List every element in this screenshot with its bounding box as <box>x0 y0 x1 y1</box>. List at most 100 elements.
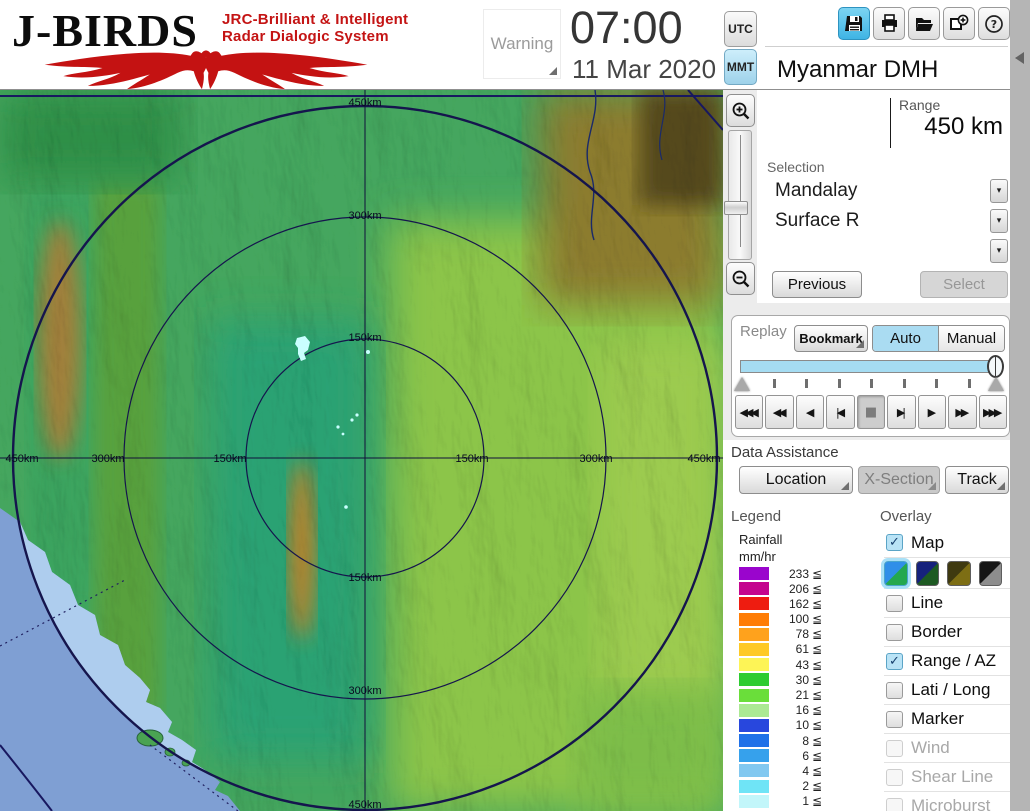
selection-dropdown-1[interactable]: Surface R ▾ <box>765 208 1010 235</box>
play-button[interactable]: ▶ <box>917 395 947 429</box>
legend-color-swatch <box>739 764 769 778</box>
checkbox-unchecked[interactable] <box>886 681 903 699</box>
warning-button[interactable]: Warning <box>483 9 561 79</box>
ring-label: 300km <box>579 453 612 465</box>
checkbox-unchecked <box>886 768 903 786</box>
chevron-down-icon[interactable]: ▾ <box>990 209 1008 233</box>
checkbox-checked[interactable]: ✓ <box>886 652 903 670</box>
save-icon[interactable] <box>838 7 870 40</box>
legend-quantity: Rainfall <box>739 532 783 547</box>
auto-mode-button[interactable]: Auto <box>873 326 939 351</box>
warning-label: Warning <box>490 34 554 53</box>
logo-tagline-line2: Radar Dialogic System <box>222 28 389 45</box>
step-back-button[interactable]: |◀ <box>826 395 855 429</box>
less-than-equal-symbol: ≦ <box>812 794 823 809</box>
ring-label: 300km <box>348 685 381 697</box>
checkbox-unchecked[interactable] <box>886 623 903 641</box>
less-than-equal-symbol: ≦ <box>812 748 823 763</box>
manual-mode-button[interactable]: Manual <box>939 326 1004 351</box>
stop-button[interactable]: ■ <box>856 395 886 429</box>
track-button[interactable]: Track <box>945 466 1009 494</box>
legend-color-swatch <box>739 779 769 793</box>
map-style-olive[interactable] <box>947 560 971 586</box>
checkbox-checked[interactable]: ✓ <box>886 534 903 551</box>
xsection-button[interactable]: X-Section <box>858 466 940 494</box>
overlay-item-marker[interactable]: Marker <box>884 704 1010 733</box>
legend-color-swatch <box>739 703 769 717</box>
overlay-item-map[interactable]: ✓ Map <box>884 528 1010 557</box>
map-style-swatches <box>884 557 1010 588</box>
data-assistance-label: Data Assistance <box>731 444 839 461</box>
rewind-fastest-button[interactable]: ◀◀◀ <box>735 395 764 429</box>
ring-label: 150km <box>348 572 381 584</box>
overlay-item-lati-long[interactable]: Lati / Long <box>884 675 1010 704</box>
overlay-item-border[interactable]: Border <box>884 617 1010 646</box>
legend-color-swatch <box>739 794 769 808</box>
timezone-mmt-button[interactable]: MMT <box>724 49 757 85</box>
panel-collapse-strip[interactable] <box>1010 0 1030 811</box>
overlay-item-label: Map <box>911 532 945 552</box>
forward-fastest-button[interactable]: ▶▶▶ <box>978 395 1007 429</box>
timezone-utc-button[interactable]: UTC <box>724 11 757 47</box>
svg-text:?: ? <box>991 18 997 31</box>
logo-tagline: JRC-Brilliant & Intelligent Radar Dialog… <box>222 11 408 45</box>
checkbox-unchecked <box>886 797 903 811</box>
map-style-color[interactable] <box>884 560 908 586</box>
legend-color-swatch <box>739 658 769 672</box>
legend-color-swatch <box>739 582 769 596</box>
checkbox-unchecked[interactable] <box>886 710 903 728</box>
checkbox-unchecked <box>886 739 903 757</box>
selection-dropdown-2[interactable]: ▾ <box>765 238 1010 265</box>
help-icon[interactable]: ? <box>978 7 1010 40</box>
less-than-equal-symbol: ≦ <box>812 672 823 687</box>
open-folder-icon[interactable] <box>908 7 940 40</box>
replay-tick <box>805 379 808 388</box>
overlay-item-range-az[interactable]: ✓ Range / AZ <box>884 646 1010 675</box>
overlay-item-wind[interactable]: Wind <box>884 733 1010 762</box>
map-style-dark-blue[interactable] <box>915 560 939 586</box>
dropdown-value: Surface R <box>775 210 860 231</box>
zoom-slider-thumb[interactable] <box>724 201 748 215</box>
zoom-in-icon[interactable] <box>726 94 755 127</box>
overlay-item-label: Line <box>911 593 944 612</box>
legend-color-swatch <box>739 718 769 732</box>
legend-value: 78 <box>795 627 809 642</box>
forward-fast-button[interactable]: ▶▶ <box>948 395 977 429</box>
zoom-slider[interactable] <box>728 130 752 260</box>
step-forward-button[interactable]: ▶| <box>887 395 916 429</box>
jbirds-app: 450km 300km 150km 150km 300km 450km 450k… <box>0 0 1030 811</box>
legend-color-swatch <box>739 612 769 626</box>
ring-label: 450km <box>348 97 381 109</box>
chevron-down-icon[interactable]: ▾ <box>990 239 1008 263</box>
legend-entry: 61 ≦ <box>739 642 834 657</box>
selection-dropdown-0[interactable]: Mandalay ▾ <box>765 178 1010 205</box>
checkbox-unchecked[interactable] <box>886 594 903 612</box>
legend-unit: mm/hr <box>739 549 776 564</box>
add-image-icon[interactable] <box>943 7 975 40</box>
zoom-out-icon[interactable] <box>726 262 755 295</box>
ring-label: 450km <box>348 799 381 811</box>
print-icon[interactable] <box>873 7 905 40</box>
radar-map[interactable]: 450km 300km 150km 150km 300km 450km 450k… <box>0 89 724 811</box>
xsection-label: X-Section <box>864 471 934 488</box>
rewind-fast-button[interactable]: ◀◀ <box>765 395 794 429</box>
replay-range-end-marker[interactable] <box>988 377 1004 391</box>
location-button[interactable]: Location <box>739 466 853 494</box>
overlay-item-line[interactable]: Line <box>884 588 1010 617</box>
chevron-down-icon[interactable]: ▾ <box>990 179 1008 203</box>
overlay-item-shear-line[interactable]: Shear Line <box>884 762 1010 791</box>
less-than-equal-symbol: ≦ <box>812 642 823 657</box>
header: J-BIRDS JRC-Brilliant & Intelligent Rada… <box>0 0 1030 90</box>
replay-progress-thumb[interactable] <box>987 355 1004 378</box>
ring-label: 150km <box>455 453 488 465</box>
bookmark-button[interactable]: Bookmark <box>794 325 868 352</box>
legend-entry: 4 ≦ <box>739 764 834 778</box>
play-reverse-button[interactable]: ◀ <box>795 395 825 429</box>
map-style-gray[interactable] <box>978 560 1002 586</box>
clock-date: 11 Mar 2020 <box>572 54 717 84</box>
replay-range-start-marker[interactable] <box>734 377 750 391</box>
previous-button[interactable]: Previous <box>772 271 862 298</box>
replay-progress-bar[interactable] <box>740 360 1002 373</box>
select-button[interactable]: Select <box>920 271 1008 298</box>
overlay-item-microburst[interactable]: Microburst <box>884 791 1010 811</box>
